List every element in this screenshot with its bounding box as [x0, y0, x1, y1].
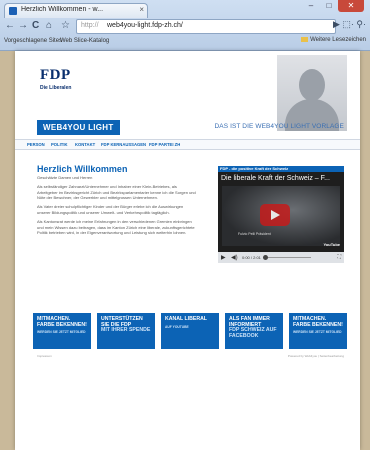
greeting-paragraph: Geschätzte Damen und Herren — [37, 175, 93, 180]
url-protocol: http:// — [81, 22, 99, 29]
banner-mitmachen[interactable]: MITMACHEN. FARBE BEKENNEN! WERDEN SIE JE… — [33, 313, 91, 349]
video-time: 0:00 / 2:01 — [242, 255, 261, 260]
reload-icon[interactable]: C — [32, 19, 39, 33]
video-title[interactable]: Die liberale Kraft der Schweiz – F... — [221, 175, 330, 182]
bookmark-suggested-sites[interactable]: Vorgeschlagene Sites — [4, 38, 62, 44]
bookmark-web-slice[interactable]: Web Slice-Katalog — [60, 38, 109, 44]
tab-title: Herzlich Willkommen - w... — [21, 6, 104, 13]
banner-sub-text: WERDEN SIE JETZT MITGLIED — [293, 330, 342, 334]
forward-arrow-icon[interactable]: → — [18, 19, 28, 33]
nav-item-kernaussagen[interactable]: FDP KERNAUSSAGEN — [101, 142, 146, 147]
window-close-button[interactable]: ✕ — [338, 0, 364, 12]
minimize-button[interactable]: – — [302, 0, 320, 12]
banner-strong-text: MIT IHRER SPENDE — [101, 327, 151, 333]
youtube-logo[interactable]: YouTube — [323, 242, 340, 247]
browser-tab[interactable]: Herzlich Willkommen - w... × — [4, 3, 148, 18]
footer-credits[interactable]: Powered by Web4you | Seitenbearbeitung — [288, 354, 344, 358]
volume-icon[interactable]: ◀) — [231, 254, 238, 261]
family-paragraph: Als Vater dreier schulpflichtiger Kinder… — [37, 204, 184, 215]
logo-subtitle: Die Liberalen — [40, 85, 72, 91]
title-band: WEB4YOU LIGHT DAS IST DIE WEB4YOU LIGHT … — [15, 111, 360, 135]
nav-item-kontakt[interactable]: KONTAKT — [75, 142, 95, 147]
video-caption: Fulvio Pelli Präsident — [238, 232, 271, 236]
welcome-heading: Herzlich Willkommen — [37, 164, 128, 174]
play-icon[interactable] — [260, 204, 290, 226]
back-arrow-icon[interactable]: ← — [5, 19, 15, 33]
tab-close-icon[interactable]: × — [139, 5, 144, 14]
fdp-favicon-icon — [9, 7, 17, 15]
main-navigation: PERSON POLITIK KONTAKT FDP KERNAUSSAGEN … — [15, 139, 360, 150]
fullscreen-icon[interactable]: ⛶ — [337, 254, 341, 260]
banner-main-text: KANAL LIBERAL — [165, 316, 207, 322]
banner-kanal-liberal[interactable]: KANAL LIBERAL AUF YOUTUBE — [161, 313, 219, 349]
logo-text: FDP — [40, 67, 71, 83]
bookmark-folder-other[interactable]: Weitere Lesezeichen — [301, 37, 366, 43]
banner-spende[interactable]: UNTERSTÜTZEN SIE DIE FDP MIT IHRER SPEND… — [97, 313, 155, 349]
video-widget: FDP - die positive Kraft der Schweiz Die… — [218, 166, 344, 263]
nav-item-person[interactable]: PERSON — [27, 142, 45, 147]
intro-paragraph: Als selbständiger Zahnarzt/Unternehmer u… — [37, 184, 196, 200]
home-icon[interactable]: ⌂ — [46, 19, 52, 33]
nav-item-politik[interactable]: POLITIK — [51, 142, 68, 147]
browser-toolbar: ← → C ⌂ ☆ http:// web4you-light.fdp-zh.c… — [0, 18, 370, 34]
video-controls: ▶ ◀) 0:00 / 2:01 ⛶ — [218, 252, 344, 263]
banner-sub-text: WERDEN SIE JETZT MITGLIED — [37, 330, 86, 334]
site-header: FDP Die Liberalen WEB4YOU LIGHT DAS IST … — [15, 51, 360, 135]
nav-item-partei-zh[interactable]: FDP PARTEI ZH — [149, 142, 180, 147]
address-bar[interactable]: http:// web4you-light.fdp-zh.ch/ — [76, 19, 336, 34]
banner-facebook[interactable]: ALS FAN IMMER INFORMIERT FDP SCHWEIZ AUF… — [225, 313, 283, 349]
bookmarks-bar: Vorgeschlagene Sites Web Slice-Katalog W… — [0, 35, 370, 49]
progress-handle[interactable] — [263, 255, 268, 260]
bookmark-star-icon[interactable]: ☆ — [61, 19, 70, 33]
fdp-logo[interactable]: FDP Die Liberalen — [40, 67, 80, 91]
browser-chrome: Herzlich Willkommen - w... × – □ ✕ ← → C… — [0, 0, 370, 51]
site-tagline: DAS IST DIE WEB4YOU LIGHT VORLAGE — [214, 123, 344, 130]
footer-impressum-link[interactable]: Impressum — [37, 354, 52, 358]
silhouette-head — [299, 69, 325, 101]
web-page: FDP Die Liberalen WEB4YOU LIGHT DAS IST … — [15, 51, 360, 450]
maximize-button[interactable]: □ — [320, 0, 338, 12]
control-play-icon[interactable]: ▶ — [221, 254, 226, 261]
page-menu-icon[interactable]: ▶ ⬚· ⚲· — [333, 19, 366, 30]
council-paragraph: Als Kantonsrat werde ich meine Erfahrung… — [37, 219, 195, 235]
banner-strong-text: FDP SCHWEIZ AUF FACEBOOK — [229, 327, 277, 339]
banner-main-text: MITMACHEN. FARBE BEKENNEN! — [37, 316, 87, 328]
promo-banners: MITMACHEN. FARBE BEKENNEN! WERDEN SIE JE… — [33, 313, 348, 349]
banner-sub-text: AUF YOUTUBE — [165, 324, 189, 329]
banner-main-text: MITMACHEN. FARBE BEKENNEN! — [293, 316, 343, 328]
window-controls: – □ ✕ — [302, 0, 364, 14]
banner-mitmachen-2[interactable]: MITMACHEN. FARBE BEKENNEN! WERDEN SIE JE… — [289, 313, 347, 349]
video-player[interactable]: Die liberale Kraft der Schweiz – F... Fu… — [218, 172, 344, 263]
url-host: web4you-light.fdp-zh.ch/ — [107, 22, 183, 29]
site-title-badge: WEB4YOU LIGHT — [37, 120, 120, 135]
progress-track[interactable] — [263, 257, 311, 258]
